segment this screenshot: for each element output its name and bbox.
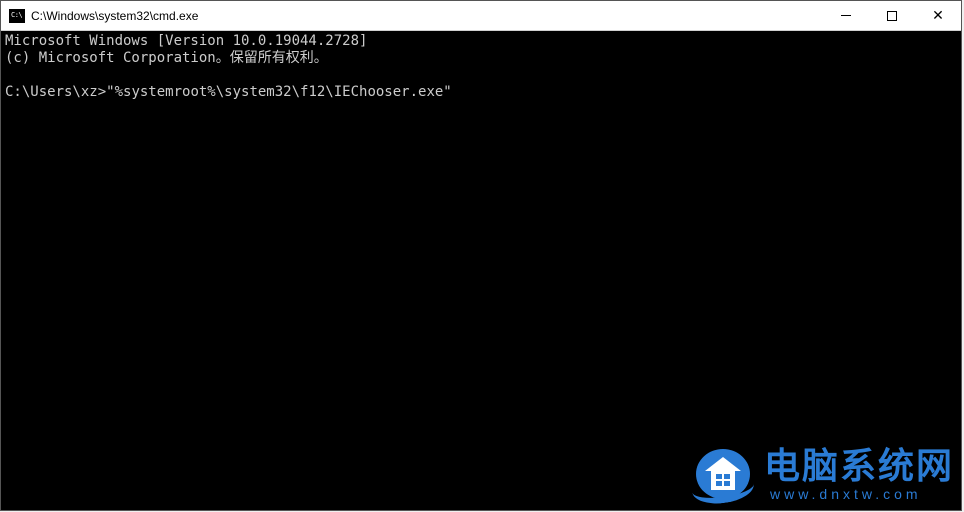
- terminal-output-line: (c) Microsoft Corporation。保留所有权利。: [5, 50, 328, 66]
- cmd-window: C:\ C:\Windows\system32\cmd.exe ✕ Micros…: [0, 0, 962, 511]
- minimize-button[interactable]: [823, 1, 869, 30]
- watermark-site-url: www.dnxtw.com: [764, 486, 922, 502]
- watermark-text: 电脑系统网 www.dnxtw.com: [764, 448, 954, 502]
- watermark: 电脑系统网 www.dnxtw.com: [696, 448, 954, 502]
- terminal-prompt-line: C:\Users\xz>"%systemroot%\system32\f12\I…: [5, 84, 452, 100]
- terminal-prompt: C:\Users\xz>: [5, 84, 106, 100]
- cmd-icon: C:\: [9, 9, 25, 23]
- terminal-command: "%systemroot%\system32\f12\IEChooser.exe…: [106, 84, 452, 100]
- titlebar[interactable]: C:\ C:\Windows\system32\cmd.exe ✕: [1, 1, 961, 31]
- terminal-output-line: Microsoft Windows [Version 10.0.19044.27…: [5, 33, 367, 49]
- minimize-icon: [841, 15, 851, 16]
- window-controls: ✕: [823, 1, 961, 30]
- close-icon: ✕: [932, 7, 944, 24]
- maximize-button[interactable]: [869, 1, 915, 30]
- watermark-site-name: 电脑系统网: [764, 448, 954, 484]
- cmd-icon-label: C:\: [11, 12, 22, 19]
- window-title: C:\Windows\system32\cmd.exe: [31, 9, 823, 23]
- terminal-area[interactable]: Microsoft Windows [Version 10.0.19044.27…: [1, 31, 961, 510]
- close-button[interactable]: ✕: [915, 1, 961, 30]
- watermark-logo-icon: [696, 449, 754, 501]
- maximize-icon: [887, 11, 897, 21]
